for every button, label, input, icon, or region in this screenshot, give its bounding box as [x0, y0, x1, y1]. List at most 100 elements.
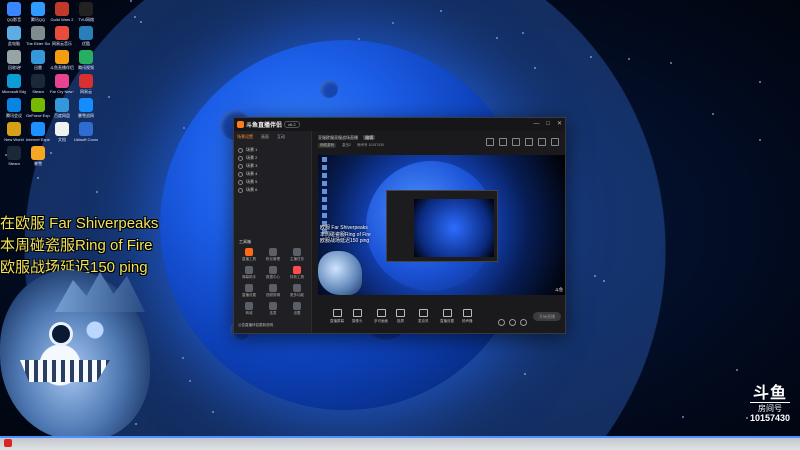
start-live-button[interactable]: 开始直播	[533, 312, 561, 321]
app-icon	[7, 146, 21, 160]
desktop-icon-label: 斗鱼直播伴侣	[50, 65, 74, 70]
tool-label: 视频剪辑	[266, 293, 280, 297]
desktop-icon[interactable]: 腾讯视频	[74, 50, 98, 70]
desktop-icon[interactable]: 腾讯QQ	[26, 2, 50, 22]
tool-item[interactable]: 视频剪辑	[261, 284, 285, 298]
app-logo: 斗鱼直播伴侣	[237, 120, 282, 129]
control-button[interactable]: 麦克风	[418, 309, 429, 324]
desktop-icon[interactable]: Steam	[2, 146, 26, 166]
desktop-icon[interactable]: GeForce Experience	[26, 98, 50, 118]
scene-item[interactable]: 场景 4	[238, 170, 308, 178]
desktop-icon[interactable]: 暴雪战网	[74, 98, 98, 118]
control-button[interactable]: 投屏	[396, 309, 405, 324]
gift-icon[interactable]	[512, 138, 520, 146]
tab-scenes[interactable]: 场景设置	[237, 134, 253, 140]
bell-icon[interactable]	[538, 138, 546, 146]
tool-item[interactable]: 商城	[237, 302, 261, 316]
tool-item[interactable]: 主播任务	[285, 248, 309, 262]
desktop-icon[interactable]: 文档	[50, 122, 74, 142]
scene-label: 场景 1	[246, 147, 258, 152]
control-button[interactable]: 多可画面	[374, 309, 388, 324]
minimize-button[interactable]: —	[533, 120, 539, 128]
tool-item[interactable]: 连麦	[261, 302, 285, 316]
desktop-icon[interactable]: 网易云	[74, 74, 98, 94]
share-icon[interactable]	[551, 138, 559, 146]
desktop-icon[interactable]: 百度网盘	[50, 98, 74, 118]
volume-controls[interactable]	[498, 313, 538, 326]
desktop-icon[interactable]: Internet Explorer	[26, 122, 50, 142]
version-badge[interactable]: v6.2	[284, 121, 300, 128]
desktop-icon[interactable]: QQ影音	[2, 2, 26, 22]
desktop-icon-label: 回收站	[8, 65, 20, 70]
app-icon	[31, 26, 45, 40]
maximize-button[interactable]: □	[546, 120, 550, 128]
app-icon	[7, 122, 21, 136]
desktop-icon[interactable]: 腾讯会议	[2, 98, 26, 118]
taskbar-app-icon[interactable]	[4, 439, 12, 447]
tool-item[interactable]: 直播设置	[237, 284, 261, 298]
tool-item[interactable]: 数据中心	[261, 266, 285, 280]
scene-item[interactable]: 场景 2	[238, 154, 308, 162]
tool-label: 弹幕助手	[242, 275, 256, 279]
scene-item[interactable]: 场景 1	[238, 146, 308, 154]
eye-icon[interactable]	[238, 147, 243, 153]
control-button[interactable]: 摄像头	[352, 309, 363, 324]
room-number: 10157430	[749, 413, 790, 423]
desktop-icon[interactable]: The Elder Scrolls	[26, 26, 50, 46]
eye-icon[interactable]	[238, 187, 243, 193]
desktop-icon[interactable]: 网易云音乐	[50, 26, 74, 46]
fullscreen-icon[interactable]	[486, 138, 494, 146]
control-label: 投屏	[397, 319, 404, 323]
control-button[interactable]: 直播设置	[440, 309, 454, 324]
tool-item[interactable]: 设置	[285, 302, 309, 316]
settings-icon[interactable]	[525, 138, 533, 146]
desktop-icon[interactable]: Far Cry New Dawn	[50, 74, 74, 94]
desktop-icon[interactable]: 此电脑	[2, 26, 26, 46]
eye-icon[interactable]	[238, 163, 243, 169]
desktop-icon[interactable]: Guild Wars 2	[50, 2, 74, 22]
close-button[interactable]: ✕	[557, 120, 562, 128]
control-button[interactable]: 直播屏幕	[330, 309, 344, 324]
tool-item[interactable]: 特效工具	[285, 266, 309, 280]
scene-item[interactable]: 场景 3	[238, 162, 308, 170]
eye-icon[interactable]	[238, 155, 243, 161]
desktop-icon[interactable]: 优酷	[74, 26, 98, 46]
tool-item[interactable]: 粉丝管理	[261, 248, 285, 262]
tab-interact[interactable]: 互动	[277, 134, 285, 140]
app-icon	[31, 122, 45, 136]
desktop-icon[interactable]: New World	[2, 122, 26, 142]
tool-item[interactable]: 直播工具	[237, 248, 261, 262]
desktop-icon[interactable]: Ubisoft Connect	[74, 122, 98, 142]
tool-item[interactable]: 更多功能	[285, 284, 309, 298]
app-icon	[55, 2, 69, 16]
control-label: 直播屏幕	[330, 319, 344, 323]
desktop-icon[interactable]: 暴雪	[26, 146, 50, 166]
tool-item[interactable]: 弹幕助手	[237, 266, 261, 280]
app-icon	[7, 98, 21, 112]
eye-icon[interactable]	[238, 179, 243, 185]
notice-text[interactable]: 公告直播伴侣更新说明	[238, 323, 273, 328]
control-icon	[418, 309, 428, 317]
room-title-text[interactable]: 亚服欧服双服战场直播	[318, 135, 358, 140]
scene-item[interactable]: 场景 6	[238, 186, 308, 194]
desktop-icon[interactable]: Microsoft Edge	[2, 74, 26, 94]
tool-label: 连麦	[269, 311, 277, 315]
tool-icon	[269, 248, 277, 256]
eye-icon[interactable]	[238, 171, 243, 177]
shop-icon[interactable]	[499, 138, 507, 146]
category-pill[interactable]: 网络游戏	[318, 143, 336, 148]
edit-title-button[interactable]: 编辑	[363, 135, 376, 140]
desktop-icon[interactable]: 斗鱼直播伴侣	[50, 50, 74, 70]
desktop-icon[interactable]: Steam	[26, 74, 50, 94]
scene-item[interactable]: 场景 5	[238, 178, 308, 186]
app-icon	[55, 74, 69, 88]
control-button[interactable]: 扬声器	[462, 309, 473, 324]
desktop-icon[interactable]: 回收站	[2, 50, 26, 70]
desktop-icon[interactable]: TVU网络	[74, 2, 98, 22]
control-label: 麦克风	[418, 319, 429, 323]
stream-preview[interactable]: 欧服 Far Shiverpeaks 本周碰瓷服Ring of Fire 欧服战…	[318, 155, 565, 295]
desktop-icon[interactable]: 迅雷	[26, 50, 50, 70]
tab-picture[interactable]: 画面	[261, 134, 269, 140]
app-icon	[31, 98, 45, 112]
game-name: 激战2	[342, 143, 351, 147]
